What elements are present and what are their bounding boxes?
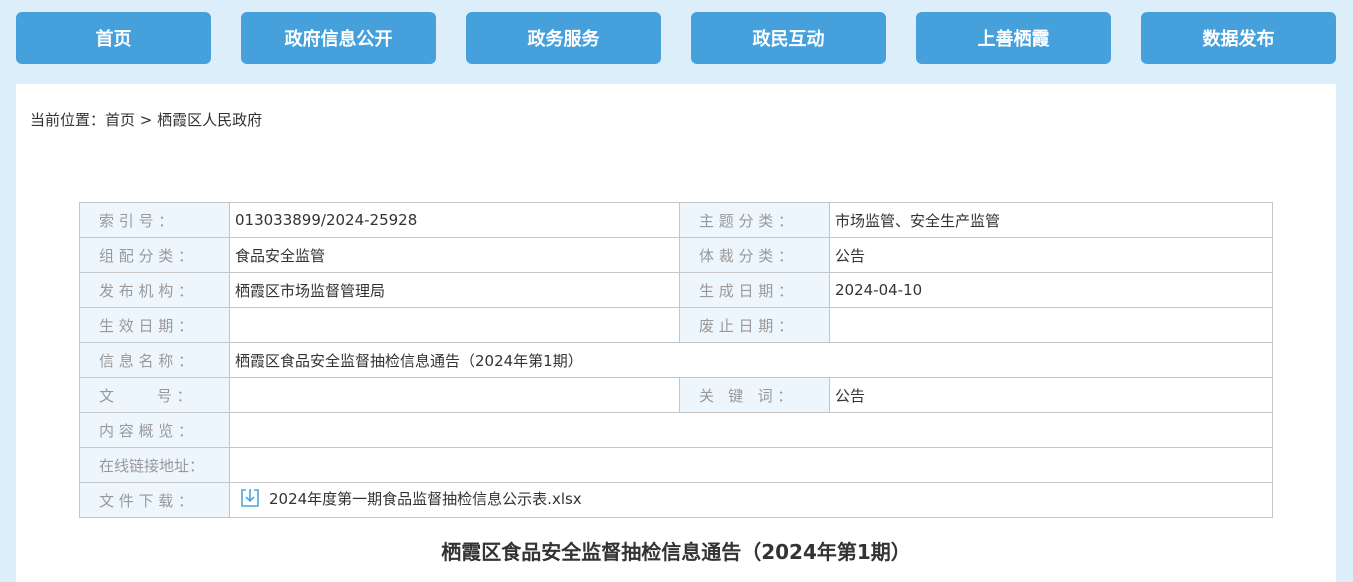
table-row: 内 容 概 览 ： <box>79 412 1273 448</box>
nav-gov-info-button[interactable]: 政府信息公开 <box>241 12 436 64</box>
index-value: 013033899/2024-25928 <box>229 202 680 238</box>
topic-value: 市场监管、安全生产监管 <box>829 202 1273 238</box>
publisher-value: 栖霞区市场监督管理局 <box>229 272 680 308</box>
online-link-value <box>229 447 1273 483</box>
main-content: 当前位置：首页 > 栖霞区人民政府 索 引 号 ： 013033899/2024… <box>16 84 1336 582</box>
genre-value: 公告 <box>829 237 1273 273</box>
breadcrumb-current[interactable]: 栖霞区人民政府 <box>157 111 262 129</box>
nav-home-button[interactable]: 首页 <box>16 12 211 64</box>
nav-shangshan-qixia-button[interactable]: 上善栖霞 <box>916 12 1111 64</box>
keywords-value: 公告 <box>829 377 1273 413</box>
info-name-value: 栖霞区食品安全监督抽检信息通告（2024年第1期） <box>229 342 1273 378</box>
table-row: 生 效 日 期 ： 废 止 日 期 ： <box>79 307 1273 343</box>
table-row: 索 引 号 ： 013033899/2024-25928 主 题 分 类 ： 市… <box>79 202 1273 238</box>
topic-label: 主 题 分 类 ： <box>679 202 830 238</box>
doc-number-value <box>229 377 680 413</box>
abolished-date-value <box>829 307 1273 343</box>
table-row: 在线链接地址： <box>79 447 1273 483</box>
page-title: 栖霞区食品安全监督抽检信息通告（2024年第1期） <box>441 540 911 564</box>
keywords-label: 关 键 词 ： <box>679 377 830 413</box>
abolished-date-label: 废 止 日 期 ： <box>679 307 830 343</box>
summary-value <box>229 412 1273 448</box>
top-navigation: 首页 政府信息公开 政务服务 政民互动 上善栖霞 数据发布 <box>0 0 1353 76</box>
file-download-cell: 2024年度第一期食品监督抽检信息公示表.xlsx <box>229 482 1273 518</box>
created-date-label: 生 成 日 期 ： <box>679 272 830 308</box>
online-link-label: 在线链接地址： <box>79 447 230 483</box>
org-category-label: 组 配 分 类 ： <box>79 237 230 273</box>
publisher-label: 发 布 机 构 ： <box>79 272 230 308</box>
breadcrumb: 当前位置：首页 > 栖霞区人民政府 <box>30 109 262 130</box>
nav-services-button[interactable]: 政务服务 <box>466 12 661 64</box>
effective-date-value <box>229 307 680 343</box>
file-download-label: 文 件 下 载 ： <box>79 482 230 518</box>
table-row: 发 布 机 构 ： 栖霞区市场监督管理局 生 成 日 期 ： 2024-04-1… <box>79 272 1273 308</box>
breadcrumb-separator: > <box>135 111 158 129</box>
breadcrumb-prefix: 当前位置： <box>30 111 106 129</box>
table-row: 组 配 分 类 ： 食品安全监管 体 裁 分 类 ： 公告 <box>79 237 1273 273</box>
doc-number-label: 文 号 ： <box>79 377 230 413</box>
file-download-link[interactable]: 2024年度第一期食品监督抽检信息公示表.xlsx <box>235 487 582 509</box>
breadcrumb-home-link[interactable]: 首页 <box>105 111 135 129</box>
nav-interaction-button[interactable]: 政民互动 <box>691 12 886 64</box>
index-label: 索 引 号 ： <box>79 202 230 238</box>
download-file-icon[interactable] <box>239 487 261 509</box>
table-row: 文 号 ： 关 键 词 ： 公告 <box>79 377 1273 413</box>
genre-label: 体 裁 分 类 ： <box>679 237 830 273</box>
table-row: 信 息 名 称 ： 栖霞区食品安全监督抽检信息通告（2024年第1期） <box>79 342 1273 378</box>
effective-date-label: 生 效 日 期 ： <box>79 307 230 343</box>
nav-data-release-button[interactable]: 数据发布 <box>1141 12 1336 64</box>
org-category-value: 食品安全监管 <box>229 237 680 273</box>
summary-label: 内 容 概 览 ： <box>79 412 230 448</box>
info-name-label: 信 息 名 称 ： <box>79 342 230 378</box>
created-date-value: 2024-04-10 <box>829 272 1273 308</box>
info-table: 索 引 号 ： 013033899/2024-25928 主 题 分 类 ： 市… <box>79 202 1273 518</box>
file-download-name[interactable]: 2024年度第一期食品监督抽检信息公示表.xlsx <box>269 488 582 509</box>
table-row: 文 件 下 载 ： 2024年度第一期食品监督抽检信息公示表.xlsx <box>79 482 1273 518</box>
